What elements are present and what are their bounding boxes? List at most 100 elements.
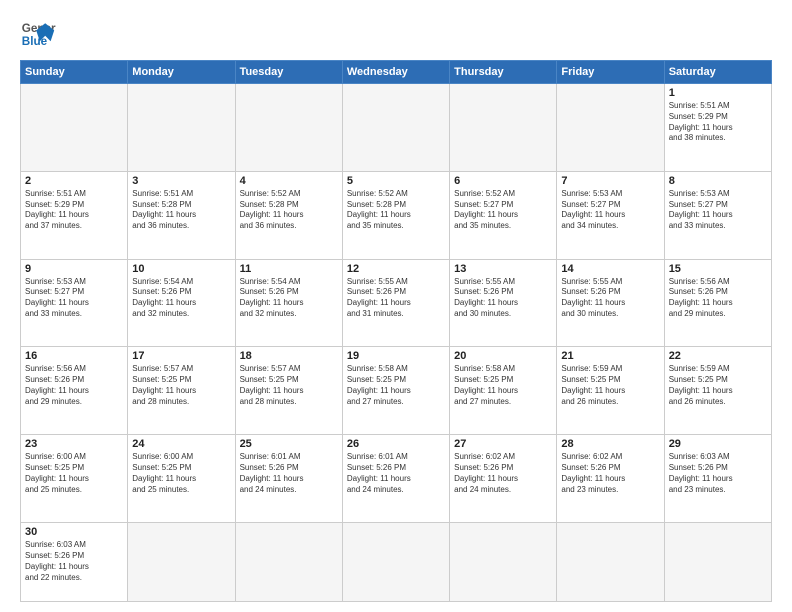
day-number: 12 xyxy=(347,263,445,275)
day-info: Sunrise: 5:58 AM Sunset: 5:25 PM Dayligh… xyxy=(454,364,552,407)
calendar-cell xyxy=(128,84,235,172)
day-number: 10 xyxy=(132,263,230,275)
day-number: 14 xyxy=(561,263,659,275)
day-info: Sunrise: 6:00 AM Sunset: 5:25 PM Dayligh… xyxy=(25,452,123,495)
calendar-cell xyxy=(128,523,235,602)
calendar-cell xyxy=(21,84,128,172)
week-row-1: 2 Sunrise: 5:51 AM Sunset: 5:29 PM Daylig… xyxy=(21,171,772,259)
day-info: Sunrise: 5:51 AM Sunset: 5:29 PM Dayligh… xyxy=(669,101,767,144)
weekday-header-saturday: Saturday xyxy=(664,61,771,84)
day-info: Sunrise: 5:52 AM Sunset: 5:28 PM Dayligh… xyxy=(240,189,338,232)
day-info: Sunrise: 5:51 AM Sunset: 5:29 PM Dayligh… xyxy=(25,189,123,232)
week-row-0: 1 Sunrise: 5:51 AM Sunset: 5:29 PM Daylig… xyxy=(21,84,772,172)
logo: General Blue xyxy=(20,16,56,52)
calendar-cell xyxy=(557,84,664,172)
day-number: 25 xyxy=(240,438,338,450)
weekday-header-tuesday: Tuesday xyxy=(235,61,342,84)
day-info: Sunrise: 5:57 AM Sunset: 5:25 PM Dayligh… xyxy=(132,364,230,407)
calendar-cell: 15 Sunrise: 5:56 AM Sunset: 5:26 PM Dayli… xyxy=(664,259,771,347)
weekday-header-thursday: Thursday xyxy=(450,61,557,84)
calendar-cell: 6Sunrise: 5:52 AM Sunset: 5:27 PM Daylig… xyxy=(450,171,557,259)
day-info: Sunrise: 6:01 AM Sunset: 5:26 PM Dayligh… xyxy=(347,452,445,495)
calendar-cell: 13 Sunrise: 5:55 AM Sunset: 5:26 PM Dayli… xyxy=(450,259,557,347)
calendar-cell: 7 Sunrise: 5:53 AM Sunset: 5:27 PM Daylig… xyxy=(557,171,664,259)
day-number: 8 xyxy=(669,175,767,187)
day-number: 27 xyxy=(454,438,552,450)
day-info: Sunrise: 5:54 AM Sunset: 5:26 PM Dayligh… xyxy=(132,277,230,320)
day-info: Sunrise: 5:53 AM Sunset: 5:27 PM Dayligh… xyxy=(669,189,767,232)
day-number: 11 xyxy=(240,263,338,275)
calendar-cell: 5 Sunrise: 5:52 AM Sunset: 5:28 PM Daylig… xyxy=(342,171,449,259)
calendar-cell xyxy=(235,84,342,172)
calendar-cell xyxy=(557,523,664,602)
day-number: 21 xyxy=(561,350,659,362)
week-row-5: 30Sunrise: 6:03 AM Sunset: 5:26 PM Dayli… xyxy=(21,523,772,602)
calendar-cell xyxy=(342,84,449,172)
day-info: Sunrise: 5:56 AM Sunset: 5:26 PM Dayligh… xyxy=(25,364,123,407)
day-number: 7 xyxy=(561,175,659,187)
calendar-cell: 10 Sunrise: 5:54 AM Sunset: 5:26 PM Dayli… xyxy=(128,259,235,347)
calendar-cell: 30Sunrise: 6:03 AM Sunset: 5:26 PM Dayli… xyxy=(21,523,128,602)
day-info: Sunrise: 6:02 AM Sunset: 5:26 PM Dayligh… xyxy=(454,452,552,495)
day-number: 1 xyxy=(669,87,767,99)
calendar-cell: 28 Sunrise: 6:02 AM Sunset: 5:26 PM Dayli… xyxy=(557,435,664,523)
calendar-cell: 21 Sunrise: 5:59 AM Sunset: 5:25 PM Dayli… xyxy=(557,347,664,435)
calendar-cell: 11 Sunrise: 5:54 AM Sunset: 5:26 PM Dayli… xyxy=(235,259,342,347)
calendar-cell: 1 Sunrise: 5:51 AM Sunset: 5:29 PM Daylig… xyxy=(664,84,771,172)
day-number: 24 xyxy=(132,438,230,450)
day-number: 29 xyxy=(669,438,767,450)
day-number: 5 xyxy=(347,175,445,187)
day-number: 22 xyxy=(669,350,767,362)
calendar-cell: 8 Sunrise: 5:53 AM Sunset: 5:27 PM Daylig… xyxy=(664,171,771,259)
calendar-cell: 14Sunrise: 5:55 AM Sunset: 5:26 PM Dayli… xyxy=(557,259,664,347)
calendar-cell: 4 Sunrise: 5:52 AM Sunset: 5:28 PM Daylig… xyxy=(235,171,342,259)
calendar-cell: 12 Sunrise: 5:55 AM Sunset: 5:26 PM Dayli… xyxy=(342,259,449,347)
day-number: 15 xyxy=(669,263,767,275)
day-info: Sunrise: 5:56 AM Sunset: 5:26 PM Dayligh… xyxy=(669,277,767,320)
day-info: Sunrise: 5:59 AM Sunset: 5:25 PM Dayligh… xyxy=(561,364,659,407)
day-info: Sunrise: 5:54 AM Sunset: 5:26 PM Dayligh… xyxy=(240,277,338,320)
calendar-cell xyxy=(450,523,557,602)
day-info: Sunrise: 5:53 AM Sunset: 5:27 PM Dayligh… xyxy=(25,277,123,320)
day-info: Sunrise: 5:51 AM Sunset: 5:28 PM Dayligh… xyxy=(132,189,230,232)
day-number: 28 xyxy=(561,438,659,450)
calendar-cell: 17Sunrise: 5:57 AM Sunset: 5:25 PM Dayli… xyxy=(128,347,235,435)
day-info: Sunrise: 6:00 AM Sunset: 5:25 PM Dayligh… xyxy=(132,452,230,495)
calendar-cell xyxy=(342,523,449,602)
logo-icon: General Blue xyxy=(20,16,56,52)
day-number: 16 xyxy=(25,350,123,362)
day-info: Sunrise: 5:52 AM Sunset: 5:28 PM Dayligh… xyxy=(347,189,445,232)
weekday-header-sunday: Sunday xyxy=(21,61,128,84)
calendar-cell: 2 Sunrise: 5:51 AM Sunset: 5:29 PM Daylig… xyxy=(21,171,128,259)
day-info: Sunrise: 5:58 AM Sunset: 5:25 PM Dayligh… xyxy=(347,364,445,407)
day-number: 4 xyxy=(240,175,338,187)
day-info: Sunrise: 5:52 AM Sunset: 5:27 PM Dayligh… xyxy=(454,189,552,232)
day-info: Sunrise: 5:55 AM Sunset: 5:26 PM Dayligh… xyxy=(454,277,552,320)
day-number: 26 xyxy=(347,438,445,450)
day-number: 2 xyxy=(25,175,123,187)
day-number: 9 xyxy=(25,263,123,275)
day-info: Sunrise: 5:55 AM Sunset: 5:26 PM Dayligh… xyxy=(347,277,445,320)
day-info: Sunrise: 5:53 AM Sunset: 5:27 PM Dayligh… xyxy=(561,189,659,232)
day-info: Sunrise: 5:57 AM Sunset: 5:25 PM Dayligh… xyxy=(240,364,338,407)
weekday-header-row: SundayMondayTuesdayWednesdayThursdayFrid… xyxy=(21,61,772,84)
day-number: 23 xyxy=(25,438,123,450)
header: General Blue xyxy=(20,16,772,52)
day-info: Sunrise: 6:02 AM Sunset: 5:26 PM Dayligh… xyxy=(561,452,659,495)
calendar-cell: 9 Sunrise: 5:53 AM Sunset: 5:27 PM Daylig… xyxy=(21,259,128,347)
day-number: 18 xyxy=(240,350,338,362)
day-info: Sunrise: 6:03 AM Sunset: 5:26 PM Dayligh… xyxy=(669,452,767,495)
weekday-header-monday: Monday xyxy=(128,61,235,84)
calendar-cell: 22Sunrise: 5:59 AM Sunset: 5:25 PM Dayli… xyxy=(664,347,771,435)
day-number: 13 xyxy=(454,263,552,275)
calendar-cell: 25 Sunrise: 6:01 AM Sunset: 5:26 PM Dayli… xyxy=(235,435,342,523)
calendar-cell: 20Sunrise: 5:58 AM Sunset: 5:25 PM Dayli… xyxy=(450,347,557,435)
week-row-3: 16 Sunrise: 5:56 AM Sunset: 5:26 PM Dayli… xyxy=(21,347,772,435)
calendar-cell xyxy=(450,84,557,172)
calendar-cell: 29 Sunrise: 6:03 AM Sunset: 5:26 PM Dayli… xyxy=(664,435,771,523)
calendar-cell: 16 Sunrise: 5:56 AM Sunset: 5:26 PM Dayli… xyxy=(21,347,128,435)
week-row-4: 23 Sunrise: 6:00 AM Sunset: 5:25 PM Dayli… xyxy=(21,435,772,523)
page: General Blue SundayMondayTuesdayWednesda… xyxy=(0,0,792,612)
day-info: Sunrise: 6:01 AM Sunset: 5:26 PM Dayligh… xyxy=(240,452,338,495)
day-number: 30 xyxy=(25,526,123,538)
